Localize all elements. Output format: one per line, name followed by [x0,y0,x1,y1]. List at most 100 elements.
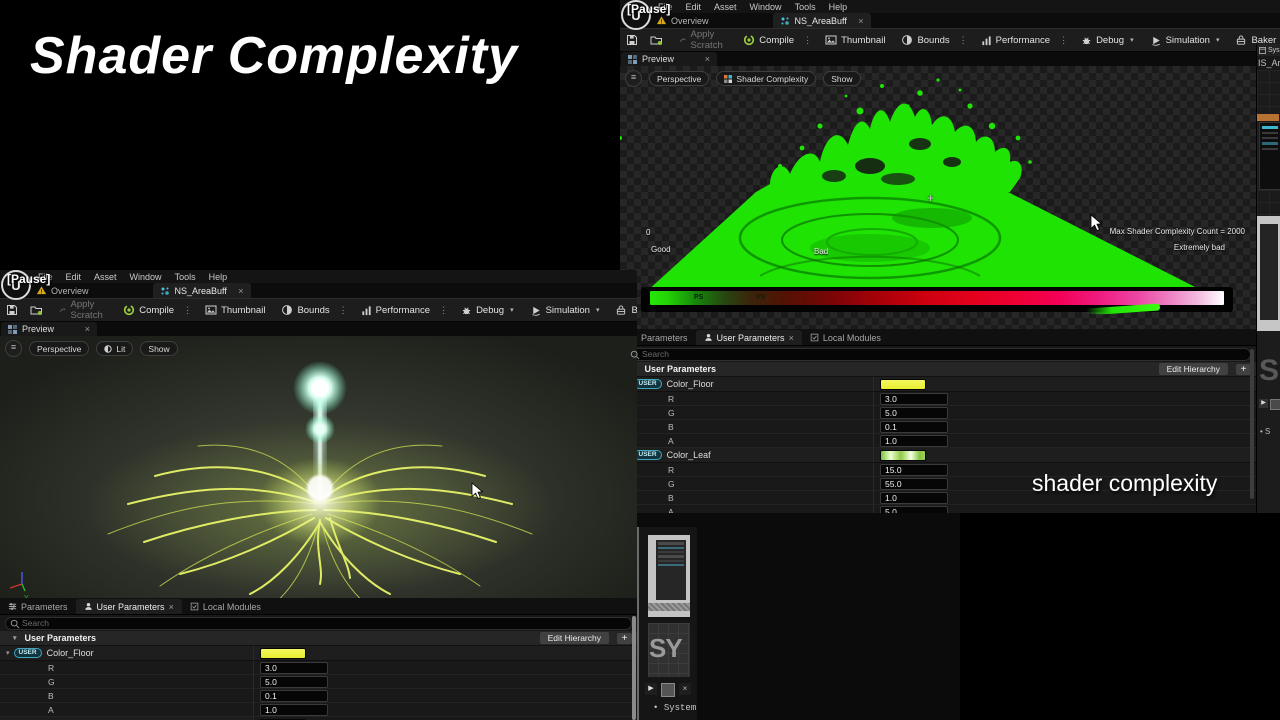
menu-tools[interactable]: Tools [175,272,196,282]
close-icon[interactable]: × [238,286,243,296]
play-icon[interactable]: ▶ [645,683,657,695]
thumbnail-button[interactable]: Thumbnail [199,299,271,321]
apply-scratch-button[interactable]: Apply Scratch [673,29,733,51]
value-input[interactable]: 1.0 [880,435,948,447]
lit-preview-viewport[interactable]: ≡ Perspective Lit Show [0,336,637,598]
save-icon[interactable] [661,683,675,697]
baker-button[interactable]: Baker [609,299,637,321]
save-button[interactable] [620,29,644,51]
debug-button[interactable]: Debug▾ [1075,29,1140,51]
tab-ns-areabuff[interactable]: NS_AreaBuff × [773,13,871,28]
perspective-pill[interactable]: Perspective [649,71,709,86]
compile-button[interactable]: Compile [117,299,180,321]
viewport-menu-hamburger-icon[interactable]: ≡ [625,70,642,87]
param-row-color-floor[interactable]: ▾ USER Color_Floor [0,646,637,661]
close-icon[interactable]: × [85,324,90,334]
color-swatch[interactable] [260,648,306,659]
compile-button[interactable]: Compile [737,29,800,51]
edit-hierarchy-button[interactable]: Edit Hierarchy [1159,363,1228,375]
search-input[interactable] [5,617,632,630]
tab-ns-areabuff[interactable]: NS_AreaBuff × [153,283,251,298]
debug-button[interactable]: Debug▾ [455,299,520,321]
param-row-color-leaf[interactable]: ▾ USER Color_Leaf [620,448,1256,463]
color-swatch[interactable] [880,379,926,390]
tab-user-parameters[interactable]: User Parameters × [76,599,182,614]
tab-preview[interactable]: Preview × [1,322,97,336]
perspective-pill[interactable]: Perspective [29,341,89,356]
save-button[interactable] [0,299,24,321]
thumbnail-button[interactable]: Thumbnail [819,29,891,51]
value-input[interactable]: 1.0 [260,704,328,716]
play-icon[interactable]: ▶ [1259,399,1268,408]
lit-pill[interactable]: Lit [96,341,133,356]
tab-preview[interactable]: Preview × [621,52,717,66]
close-icon[interactable]: × [169,602,174,612]
menu-tools[interactable]: Tools [795,2,816,12]
menu-window[interactable]: Window [750,2,782,12]
collapse-arrow-icon[interactable]: ▾ [6,649,10,657]
add-parameter-button[interactable]: + [1236,364,1251,375]
params-scrollbar[interactable] [632,616,636,720]
simulation-button[interactable]: Simulation▾ [524,299,606,321]
performance-button[interactable]: Performance [975,29,1056,51]
menu-asset[interactable]: Asset [94,272,117,282]
add-parameter-button[interactable]: + [617,633,632,644]
close-icon[interactable]: × [789,333,794,343]
menu-help[interactable]: Help [209,272,228,282]
node-graph-sliver[interactable] [1257,70,1280,216]
value-input[interactable]: 5.0 [880,407,948,419]
bounds-options-kebab-icon[interactable]: ⋮ [336,305,351,316]
value-input[interactable]: 3.0 [260,662,328,674]
tab-overview[interactable]: Overview [36,285,89,296]
simulation-button[interactable]: Simulation▾ [1144,29,1226,51]
browse-asset-button[interactable] [644,29,669,51]
apply-scratch-button[interactable]: Apply Scratch [53,299,113,321]
compile-options-kebab-icon[interactable]: ⋮ [180,305,195,316]
value-input[interactable]: 0.1 [880,421,948,433]
param-row-color-floor[interactable]: ▾ USER Color_Floor [620,377,1256,392]
save-icon[interactable] [1270,399,1280,410]
performance-options-kebab-icon[interactable]: ⋮ [1056,35,1071,46]
bounds-button[interactable]: Bounds [895,29,955,51]
color-swatch[interactable] [880,450,926,461]
value-input[interactable]: 5.0 [260,676,328,688]
search-input[interactable] [625,348,1251,361]
collapse-arrow-icon[interactable]: ▾ [13,634,17,642]
user-parameters-section-header[interactable]: ▾ User Parameters Edit Hierarchy + [0,631,637,646]
performance-button[interactable]: Performance [355,299,436,321]
close-doc-icon[interactable]: × [679,683,691,695]
viewport-menu-hamburger-icon[interactable]: ≡ [5,340,22,357]
menu-edit[interactable]: Edit [686,2,702,12]
tab-overview[interactable]: Overview [656,15,709,26]
value-input[interactable]: 1.0 [880,492,948,504]
bounds-options-kebab-icon[interactable]: ⋮ [956,35,971,46]
close-icon[interactable]: × [858,16,863,26]
show-pill[interactable]: Show [140,341,177,356]
menu-help[interactable]: Help [829,2,848,12]
tab-parameters[interactable]: Parameters [0,599,76,614]
bounds-button[interactable]: Bounds [275,299,335,321]
view-mode-pill[interactable]: Shader Complexity [716,71,816,86]
tab-user-parameters[interactable]: User Parameters × [696,330,802,345]
show-pill[interactable]: Show [823,71,860,86]
tab-local-modules[interactable]: Local Modules [802,330,889,345]
value-input[interactable]: 15.0 [880,464,948,476]
value-input[interactable]: 55.0 [880,478,948,490]
close-icon[interactable]: × [705,54,710,64]
tab-local-modules[interactable]: Local Modules [182,599,269,614]
performance-options-kebab-icon[interactable]: ⋮ [436,305,451,316]
params-scrollbar[interactable] [1250,349,1254,499]
edit-hierarchy-button[interactable]: Edit Hierarchy [540,632,609,644]
compile-options-kebab-icon[interactable]: ⋮ [800,35,815,46]
value-input[interactable]: 0.1 [260,690,328,702]
value-input[interactable]: 3.0 [880,393,948,405]
user-icon [704,333,713,342]
user-parameters-section-header[interactable]: ▾ User Parameters Edit Hierarchy + [620,362,1256,377]
value-input[interactable]: 5.0 [880,506,948,514]
menu-edit[interactable]: Edit [66,272,82,282]
shader-complexity-viewport[interactable]: ≡ Perspective Shader Complexity Show [620,66,1256,329]
menu-asset[interactable]: Asset [714,2,737,12]
menu-window[interactable]: Window [130,272,162,282]
browse-asset-button[interactable] [24,299,49,321]
system-overview-tab[interactable]: Sys [1257,44,1280,56]
